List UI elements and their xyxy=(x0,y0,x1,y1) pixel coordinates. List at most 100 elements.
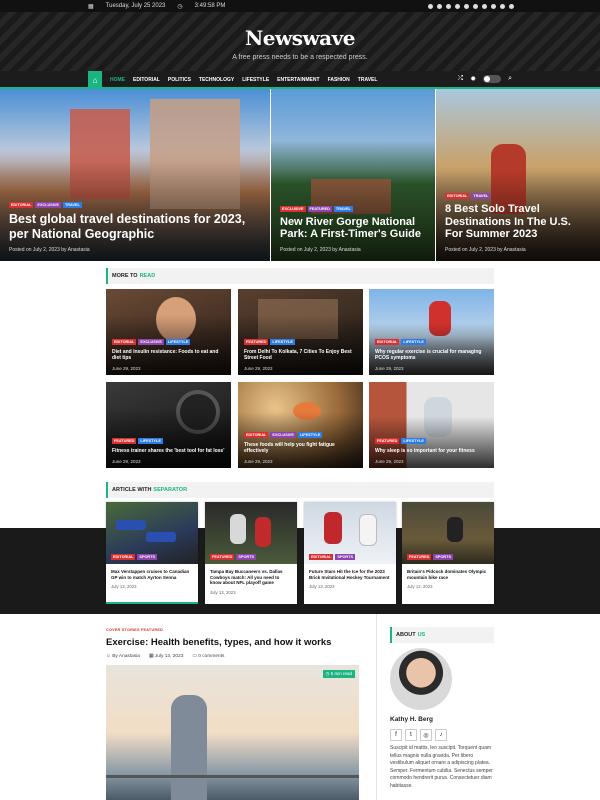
badge[interactable]: EDITORIAL xyxy=(112,338,137,345)
card-title[interactable]: Fitness trainer shares the 'best tool fo… xyxy=(112,448,225,454)
badge[interactable]: EDITORIAL xyxy=(309,554,334,560)
site-header: Newswave A free press needs to be a resp… xyxy=(0,12,600,71)
article-card[interactable]: FEATURED SPORTS Tampa Bay Buccaneers vs. … xyxy=(205,502,297,604)
linkedin-icon[interactable] xyxy=(464,3,469,9)
youtube-icon[interactable] xyxy=(455,3,460,9)
card-title[interactable]: Diet and insulin resistance: Foods to ea… xyxy=(112,349,225,362)
section-heading-more-to-read: MORE TO READ xyxy=(106,268,494,284)
badge[interactable]: SPORTS xyxy=(137,554,158,560)
site-logo[interactable]: Newswave xyxy=(0,12,600,50)
card-title[interactable]: Why regular exercise is crucial for mana… xyxy=(375,349,488,362)
badge[interactable]: LIFESTYLE xyxy=(138,437,163,444)
card-title[interactable]: Max Verstappen cruises to Canadian GP wi… xyxy=(106,564,198,580)
badge[interactable]: EXCLUSIVE xyxy=(138,338,164,345)
badge[interactable]: LIFESTYLE xyxy=(297,431,323,438)
card-date: June 29, 2023 xyxy=(375,459,404,464)
main-post-image[interactable]: ◷ 5 min read xyxy=(106,665,359,800)
shuffle-icon[interactable]: ⤮ xyxy=(458,75,464,83)
hero-title[interactable]: Best global travel destinations for 2023… xyxy=(9,212,261,241)
badge[interactable]: SPORTS xyxy=(433,554,454,560)
badge[interactable]: TRAVEL xyxy=(333,205,353,212)
card-date: June 29, 2023 xyxy=(244,459,273,464)
badge[interactable]: FEATURED xyxy=(407,554,432,560)
nav-item-entertainment[interactable]: ENTERTAINMENT xyxy=(277,77,319,83)
badge[interactable]: EXCLUSIVE xyxy=(280,205,306,212)
post-card[interactable]: FEATURED LIFESTYLE Fitness trainer shares… xyxy=(106,382,231,468)
hero-post-1[interactable]: EDITORIAL EXCLUSIVE TRAVEL Best global t… xyxy=(0,89,270,261)
card-date: July 13, 2023 xyxy=(210,589,236,595)
badge[interactable]: EDITORIAL xyxy=(244,431,269,438)
snapchat-icon[interactable] xyxy=(500,3,505,9)
card-title[interactable]: Tampa Bay Buccaneers vs. Dallas Cowboys … xyxy=(205,564,297,586)
read-time: 5 min read xyxy=(330,671,352,676)
badge[interactable]: EDITORIAL xyxy=(111,554,136,560)
hero-title[interactable]: New River Gorge National Park: A First-T… xyxy=(280,216,426,241)
whatsapp-icon[interactable] xyxy=(509,3,514,9)
dark-mode-toggle[interactable] xyxy=(483,75,502,83)
card-title[interactable]: From Delhi To Kolkata, 7 Cities To Enjoy… xyxy=(244,349,357,362)
badge[interactable]: TRAVEL xyxy=(471,193,491,200)
article-card[interactable]: EDITORIAL SPORTS Future Stars Hit the Ice… xyxy=(304,502,396,604)
badge[interactable]: FEATURED xyxy=(375,437,400,444)
hero-title[interactable]: 8 Best Solo Travel Destinations In The U… xyxy=(445,203,591,241)
card-date: June 29, 2023 xyxy=(244,366,273,371)
nav-item-home[interactable]: HOME xyxy=(110,77,125,83)
nav-item-lifestyle[interactable]: LIFESTYLE xyxy=(242,77,269,83)
badge[interactable]: FEATURED xyxy=(112,437,137,444)
post-card[interactable]: EDITORIAL EXCLUSIVE LIFESTYLE Diet and ins… xyxy=(106,289,231,375)
tiktok-icon[interactable]: ♪ xyxy=(435,729,447,741)
badge[interactable]: LIFESTYLE xyxy=(165,338,191,345)
twitter-icon[interactable] xyxy=(446,3,451,9)
card-title[interactable]: These foods will help you fight fatigue … xyxy=(244,442,357,455)
avatar xyxy=(390,648,452,710)
badge[interactable]: LIFESTYLE xyxy=(270,338,295,345)
badge[interactable]: LIFESTYLE xyxy=(401,437,426,444)
article-card[interactable]: FEATURED SPORTS Britain's Pidcock dominat… xyxy=(402,502,494,604)
nav-item-politics[interactable]: POLITICS xyxy=(168,77,191,83)
badge[interactable]: LIFESTYLE xyxy=(401,338,426,345)
facebook-icon[interactable] xyxy=(428,3,433,9)
post-card[interactable]: EDITORIAL EXCLUSIVE LIFESTYLE These foods … xyxy=(238,382,363,468)
about-social: f t ◎ ♪ xyxy=(390,729,447,741)
nav-item-travel[interactable]: TRAVEL xyxy=(358,77,378,83)
twitter-icon[interactable]: t xyxy=(405,729,417,741)
article-card[interactable]: EDITORIAL SPORTS Max Verstappen cruises t… xyxy=(106,502,198,604)
post-date: ▦ July 13, 2023 xyxy=(149,654,183,659)
badge[interactable]: FEATURED xyxy=(244,338,269,345)
card-title[interactable]: Why sleep is so important for your fitne… xyxy=(375,448,488,454)
post-comments[interactable]: ▭ 0 comments xyxy=(192,654,224,659)
post-card[interactable]: FEATURED LIFESTYLE Why sleep is so import… xyxy=(369,382,494,468)
nav-item-editorial[interactable]: EDITORIAL xyxy=(133,77,160,83)
facebook-icon[interactable]: f xyxy=(390,729,402,741)
card-title[interactable]: Future Stars Hit the Ice for the 2023 Br… xyxy=(304,564,396,580)
badge[interactable]: SPORTS xyxy=(335,554,356,560)
badge[interactable]: EDITORIAL xyxy=(445,193,470,200)
badge[interactable]: TRAVEL xyxy=(62,202,82,209)
pinterest-icon[interactable] xyxy=(473,3,478,9)
author-name: By Anastasia xyxy=(112,654,140,659)
spotify-icon[interactable] xyxy=(482,3,487,9)
badge[interactable]: EDITORIAL xyxy=(375,338,400,345)
post-card[interactable]: FEATURED LIFESTYLE From Delhi To Kolkata,… xyxy=(238,289,363,375)
badge[interactable]: EDITORIAL xyxy=(9,202,34,209)
badge[interactable]: EXCLUSIVE xyxy=(35,202,61,209)
post-categories[interactable]: COVER STORIES FEATURED xyxy=(106,628,359,632)
hero-post-3[interactable]: EDITORIAL TRAVEL 8 Best Solo Travel Dest… xyxy=(436,89,600,261)
instagram-icon[interactable]: ◎ xyxy=(420,729,432,741)
nav-item-technology[interactable]: TECHNOLOGY xyxy=(199,77,234,83)
post-author[interactable]: ☺ By Anastasia xyxy=(106,654,140,659)
post-title[interactable]: Exercise: Health benefits, types, and ho… xyxy=(106,637,359,648)
badge[interactable]: SPORTS xyxy=(236,554,257,560)
card-date: June 29, 2023 xyxy=(112,459,141,464)
home-icon[interactable]: ⌂ xyxy=(88,71,102,89)
search-icon[interactable]: ⌕ xyxy=(508,75,512,83)
badge[interactable]: FEATURED xyxy=(210,554,235,560)
nav-item-fashion[interactable]: FASHION xyxy=(328,77,350,83)
badge[interactable]: EXCLUSIVE xyxy=(270,431,296,438)
badge[interactable]: FEATURED xyxy=(307,205,332,212)
post-card[interactable]: EDITORIAL LIFESTYLE Why regular exercise … xyxy=(369,289,494,375)
instagram-icon[interactable] xyxy=(437,3,442,9)
card-title[interactable]: Britain's Pidcock dominates Olympic moun… xyxy=(402,564,494,580)
hero-post-2[interactable]: EXCLUSIVE FEATURED TRAVEL New River Gorg… xyxy=(271,89,435,261)
vk-icon[interactable] xyxy=(491,3,496,9)
